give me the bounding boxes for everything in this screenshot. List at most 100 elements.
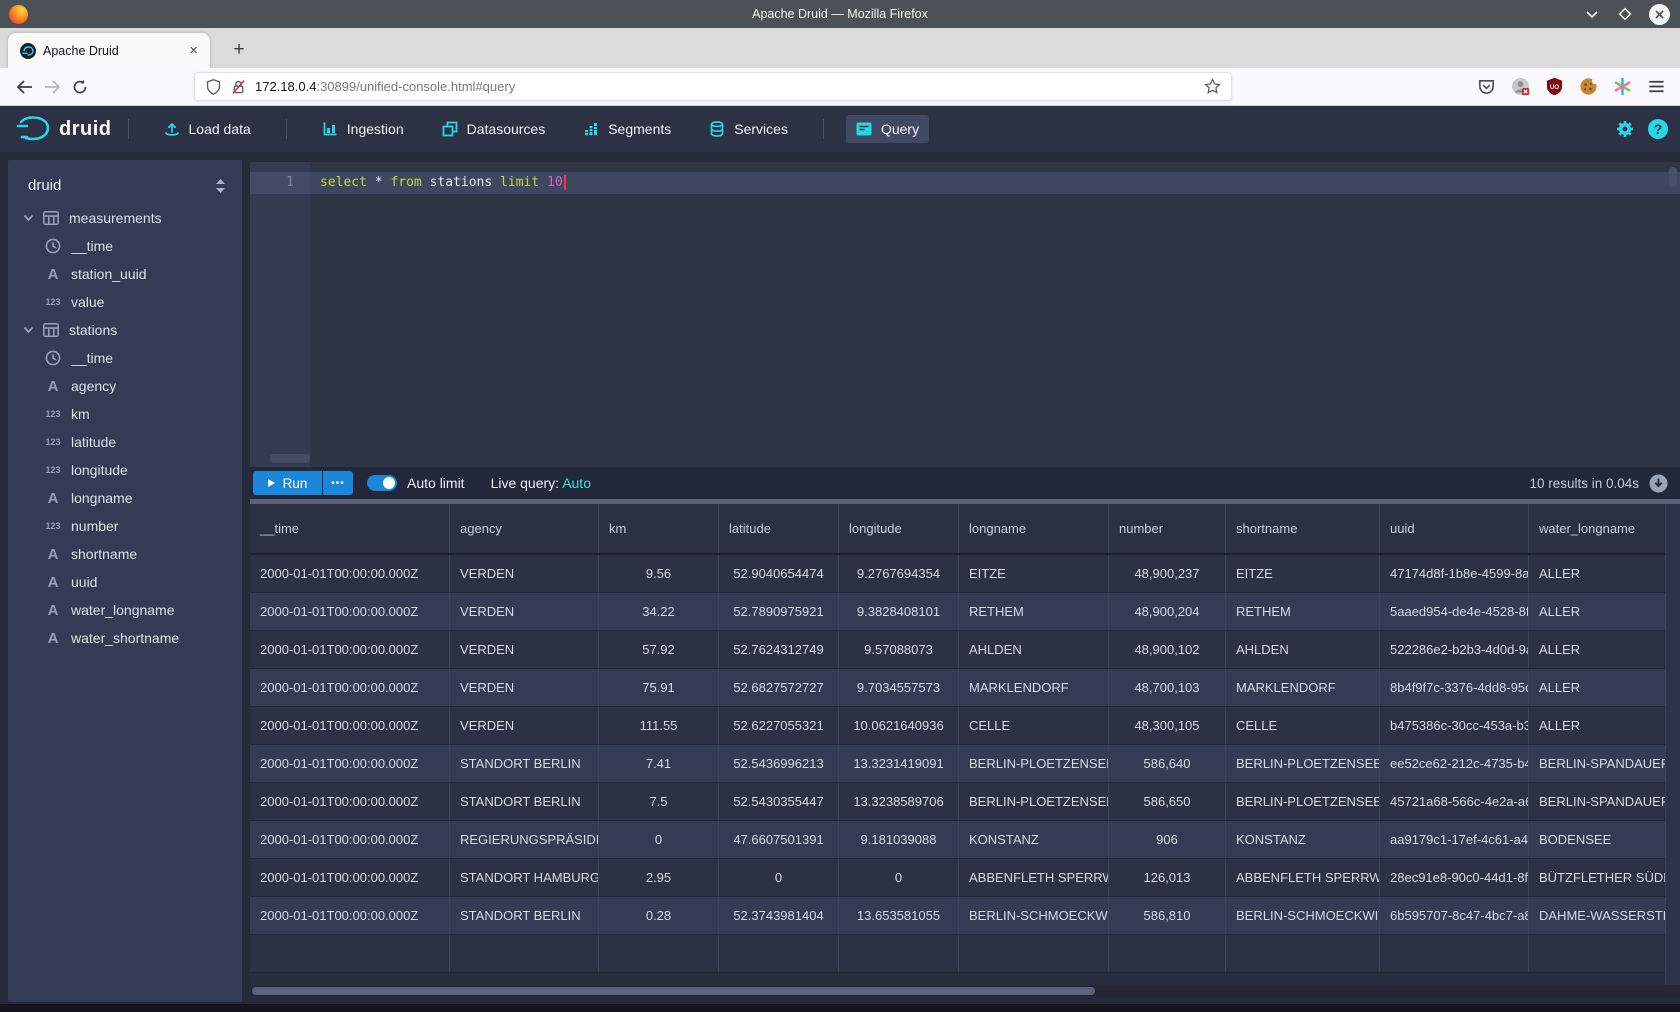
table-cell[interactable]: 2.95: [599, 859, 719, 896]
table-cell[interactable]: EITZE: [959, 555, 1109, 592]
druid-logo[interactable]: druid: [16, 116, 112, 142]
table-cell[interactable]: 52.3743981404: [719, 897, 839, 934]
table-cell[interactable]: 0: [599, 821, 719, 858]
table-cell[interactable]: BERLIN-SPANDAUER-S: [1529, 745, 1680, 782]
table-cell[interactable]: STANDORT HAMBURG: [450, 859, 599, 896]
table-cell[interactable]: ee52ce62-212c-4735-b4: [1380, 745, 1529, 782]
table-cell[interactable]: ALLER: [1529, 555, 1680, 592]
table-cell[interactable]: 47.6607501391: [719, 821, 839, 858]
table-cell[interactable]: ABBENFLETH SPERRWEI: [1226, 859, 1380, 896]
table-cell[interactable]: 2000-01-01T00:00:00.000Z: [250, 555, 450, 592]
table-cell[interactable]: 906: [1109, 821, 1226, 858]
table-cell[interactable]: MARKLENDORF: [1226, 669, 1380, 706]
account-disabled-icon[interactable]: [1511, 77, 1530, 96]
nav-segments[interactable]: Segments: [573, 115, 681, 143]
double-caret-icon[interactable]: [215, 179, 226, 193]
table-cell[interactable]: STANDORT BERLIN: [450, 783, 599, 820]
insecure-lock-icon[interactable]: [230, 78, 247, 96]
editor-hscroll-thumb[interactable]: [270, 454, 310, 463]
cookie-icon[interactable]: [1579, 77, 1598, 96]
table-cell[interactable]: 52.6827572727: [719, 669, 839, 706]
schema-table-row[interactable]: stations: [8, 316, 242, 344]
chevron-down-icon[interactable]: [22, 214, 34, 222]
table-cell[interactable]: 34.22: [599, 593, 719, 630]
table-cell[interactable]: AHLDEN: [1226, 631, 1380, 668]
table-cell[interactable]: 9.56: [599, 555, 719, 592]
table-cell[interactable]: 2000-01-01T00:00:00.000Z: [250, 859, 450, 896]
table-cell[interactable]: 52.7890975921: [719, 593, 839, 630]
column-header-latitude[interactable]: latitude: [719, 504, 839, 553]
bookmark-star-icon[interactable]: [1204, 78, 1221, 95]
nav-datasources[interactable]: Datasources: [432, 115, 556, 143]
table-cell[interactable]: 0: [719, 859, 839, 896]
close-icon[interactable]: [1649, 4, 1670, 25]
table-cell[interactable]: 52.5436996213: [719, 745, 839, 782]
column-header-water_longname[interactable]: water_longname: [1529, 504, 1666, 553]
table-cell[interactable]: KONSTANZ: [1226, 821, 1380, 858]
nav-services[interactable]: Services: [699, 115, 798, 143]
table-cell[interactable]: aa9179c1-17ef-4c61-a48: [1380, 821, 1529, 858]
table-cell[interactable]: 111.55: [599, 707, 719, 744]
table-cell[interactable]: 2000-01-01T00:00:00.000Z: [250, 669, 450, 706]
table-cell[interactable]: 0.28: [599, 897, 719, 934]
schema-column-row[interactable]: Ashortname: [8, 540, 242, 568]
table-cell[interactable]: 586,640: [1109, 745, 1226, 782]
table-cell[interactable]: 586,810: [1109, 897, 1226, 934]
table-cell[interactable]: VERDEN: [450, 555, 599, 592]
query-editor[interactable]: 1 select * from stations limit 10: [250, 162, 1680, 467]
schema-column-row[interactable]: 123longitude: [8, 456, 242, 484]
forward-button[interactable]: [38, 73, 66, 101]
maximize-icon[interactable]: [1616, 5, 1634, 23]
table-cell[interactable]: BERLIN-SCHMOECKWITZ: [1226, 897, 1380, 934]
column-header-number[interactable]: number: [1109, 504, 1226, 553]
shield-icon[interactable]: [205, 78, 222, 96]
table-cell[interactable]: 9.2767694354: [839, 555, 959, 592]
column-header-km[interactable]: km: [599, 504, 719, 553]
table-cell[interactable]: ALLER: [1529, 631, 1680, 668]
schema-column-row[interactable]: Alongname: [8, 484, 242, 512]
table-cell[interactable]: 48,900,237: [1109, 555, 1226, 592]
results-hscrollbar[interactable]: [250, 985, 1680, 997]
table-cell[interactable]: VERDEN: [450, 593, 599, 630]
table-cell[interactable]: ALLER: [1529, 669, 1680, 706]
table-cell[interactable]: MARKLENDORF: [959, 669, 1109, 706]
schema-column-row[interactable]: Astation_uuid: [8, 260, 242, 288]
url-text[interactable]: 172.18.0.4:30899/unified-console.html#qu…: [255, 79, 515, 94]
schema-column-row[interactable]: 123latitude: [8, 428, 242, 456]
table-cell[interactable]: 75.91: [599, 669, 719, 706]
table-cell[interactable]: 52.9040654474: [719, 555, 839, 592]
auto-limit-toggle[interactable]: [367, 475, 397, 491]
table-cell[interactable]: 52.6227055321: [719, 707, 839, 744]
schema-column-row[interactable]: Awater_longname: [8, 596, 242, 624]
table-cell[interactable]: 2000-01-01T00:00:00.000Z: [250, 707, 450, 744]
table-cell[interactable]: 48,300,105: [1109, 707, 1226, 744]
schema-column-row[interactable]: 123number: [8, 512, 242, 540]
table-cell[interactable]: 13.653581055: [839, 897, 959, 934]
live-query-value[interactable]: Auto: [562, 475, 591, 491]
table-cell[interactable]: BÜTZFLETHER SÜDERE: [1529, 859, 1680, 896]
table-cell[interactable]: 13.3238589706: [839, 783, 959, 820]
table-cell[interactable]: VERDEN: [450, 707, 599, 744]
column-header-shortname[interactable]: shortname: [1226, 504, 1380, 553]
table-cell[interactable]: BERLIN-SPANDAUER-S: [1529, 783, 1680, 820]
table-cell[interactable]: CELLE: [959, 707, 1109, 744]
schema-column-row[interactable]: 123km: [8, 400, 242, 428]
schema-column-row[interactable]: Auuid: [8, 568, 242, 596]
editor-vscroll-thumb[interactable]: [1669, 167, 1677, 187]
table-cell[interactable]: 6b595707-8c47-4bc7-a8: [1380, 897, 1529, 934]
schema-column-row[interactable]: __time: [8, 232, 242, 260]
table-cell[interactable]: EITZE: [1226, 555, 1380, 592]
column-header-uuid[interactable]: uuid: [1380, 504, 1529, 553]
table-cell[interactable]: 52.5430355447: [719, 783, 839, 820]
table-cell[interactable]: 8b4f9f7c-3376-4dd8-95c: [1380, 669, 1529, 706]
table-cell[interactable]: VERDEN: [450, 669, 599, 706]
table-cell[interactable]: 52.7624312749: [719, 631, 839, 668]
table-cell[interactable]: RETHEM: [959, 593, 1109, 630]
schema-column-row[interactable]: Awater_shortname: [8, 624, 242, 652]
run-button[interactable]: Run: [253, 471, 322, 495]
table-cell[interactable]: 57.92: [599, 631, 719, 668]
gear-icon[interactable]: [1615, 119, 1635, 139]
table-cell[interactable]: 48,900,102: [1109, 631, 1226, 668]
table-cell[interactable]: 2000-01-01T00:00:00.000Z: [250, 631, 450, 668]
table-cell[interactable]: BERLIN-PLOETZENSEE C: [959, 745, 1109, 782]
